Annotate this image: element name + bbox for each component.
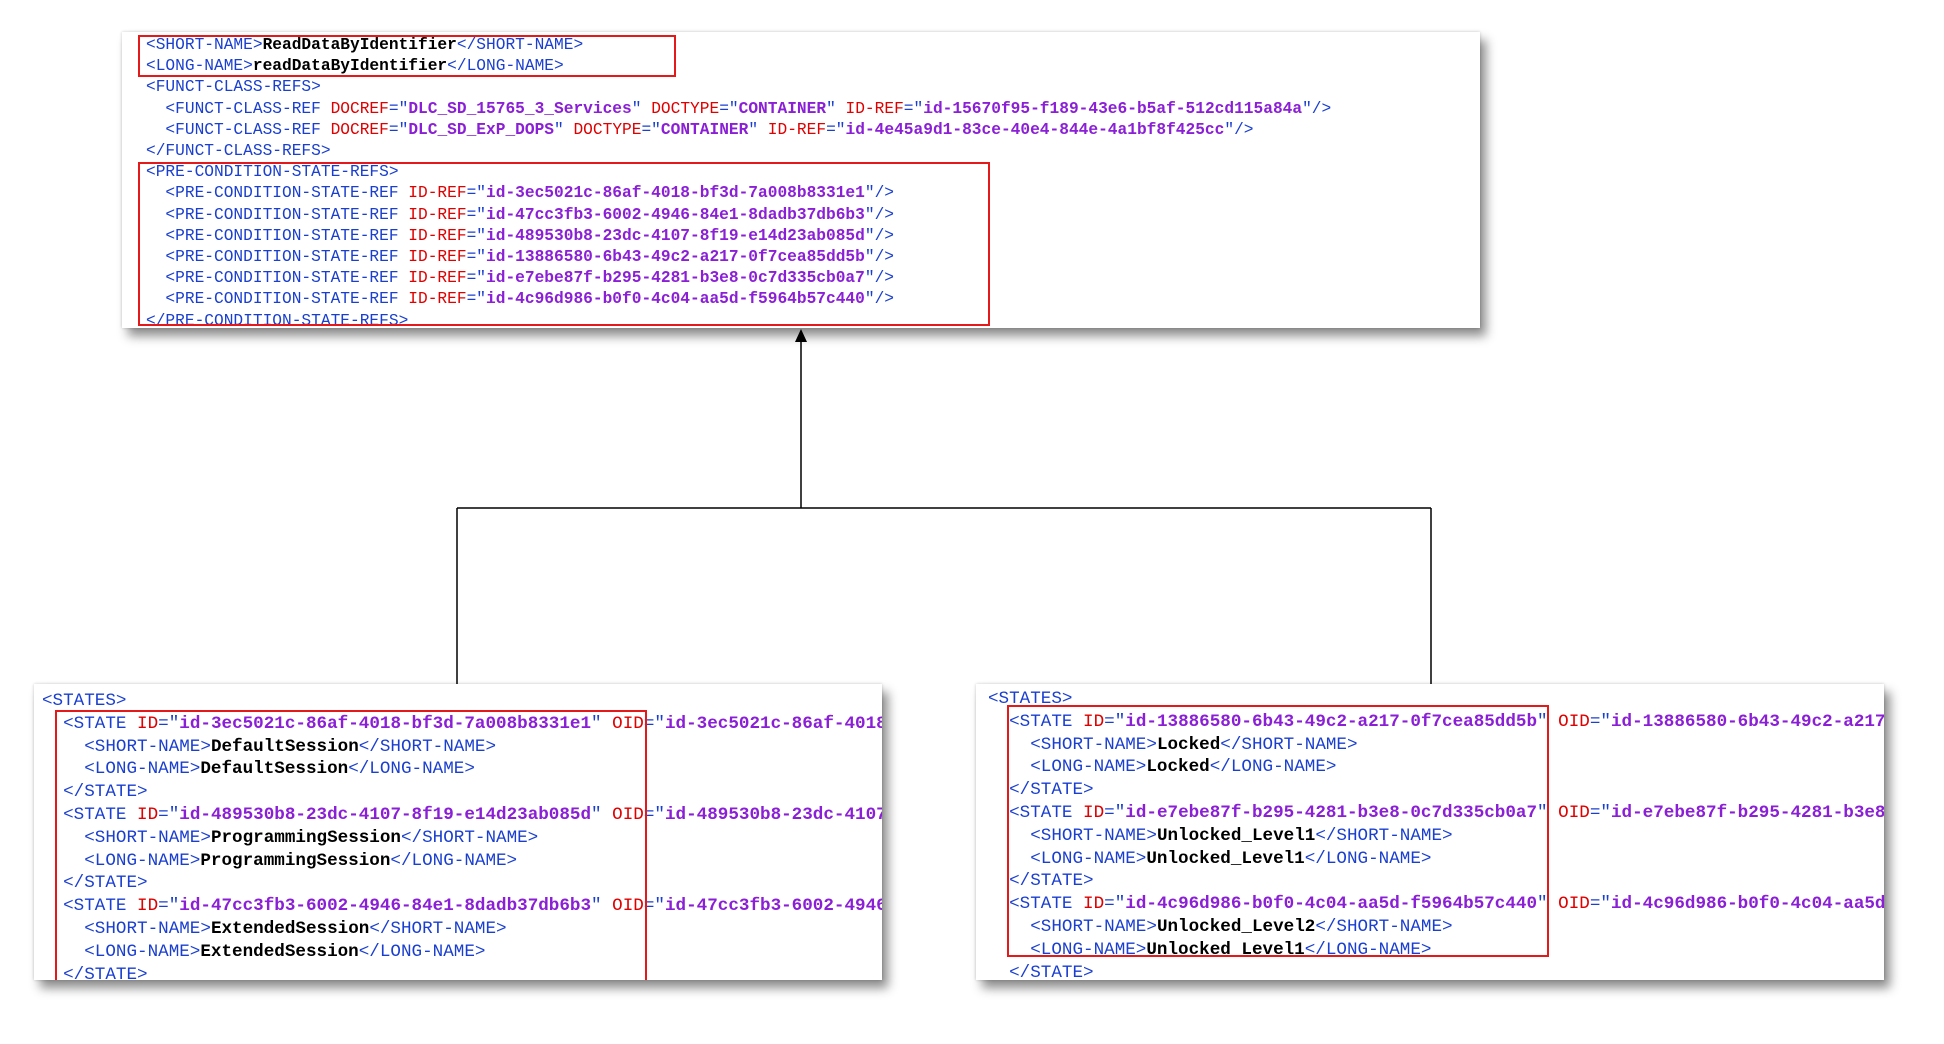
xml-tag-text: ="	[719, 99, 739, 118]
xml-attribute-value: id-4e45a9d1-83ce-40e4-844e-4a1bf8f425cc	[845, 120, 1225, 139]
xml-attribute-name: DOCTYPE	[651, 99, 720, 118]
xml-tag-text: ="	[388, 99, 409, 118]
xml-attribute-value: id-489530b8-23dc-4107-8f19-e14d23ab085d	[664, 804, 882, 825]
session-states-xml-panel: <STATES> <STATE ID="id-3ec5021c-86af-401…	[34, 684, 882, 980]
xml-attribute-name: ID-REF	[767, 120, 827, 139]
xml-tag-text: <FUNCT-CLASS-REFS>	[146, 78, 321, 97]
xml-attribute-value: DLC_SD_ExP_DOPS	[408, 120, 555, 139]
arrow-head-up-icon	[795, 329, 807, 342]
xml-tag-text: ="	[1589, 894, 1611, 915]
xml-attribute-name: OID	[1558, 711, 1590, 732]
xml-tag-text: ="	[643, 896, 665, 917]
code-line: <FUNCT-CLASS-REFS>	[146, 77, 1331, 98]
security-states-highlight	[1007, 705, 1549, 957]
code-line: </STATE>	[988, 962, 1884, 980]
xml-tag-text: </STATE>	[988, 962, 1094, 980]
xml-tag-text: "	[631, 99, 652, 118]
xml-attribute-value: CONTAINER	[738, 99, 827, 118]
precondition-refs-highlight	[138, 162, 990, 326]
xml-tag-text: <FUNCT-CLASS-REF	[146, 120, 331, 139]
xml-tag-text: ="	[826, 120, 846, 139]
xml-attribute-name: DOCTYPE	[573, 120, 642, 139]
xml-attribute-value: id-e7ebe87f-b295-4281-b3e8-0c7d335cb0a7	[1610, 802, 1884, 823]
xml-tag-text: "/>	[1302, 99, 1332, 118]
xml-tag-text: ="	[641, 120, 661, 139]
xml-attribute-value: id-13886580-6b43-49c2-a217-0f7cea85dd5b	[1610, 711, 1884, 732]
xml-attribute-name: DOCREF	[330, 99, 389, 118]
xml-tag-text: ="	[1589, 802, 1611, 823]
xml-tag-text: "/>	[1224, 120, 1254, 139]
code-line: </FUNCT-CLASS-REFS>	[146, 141, 1331, 162]
session-states-highlight	[55, 710, 647, 980]
xml-tag-text: "	[748, 120, 768, 139]
xml-attribute-value: id-15670f95-f189-43e6-b5af-512cd115a84a	[923, 99, 1303, 118]
xml-tag-text: "	[826, 99, 846, 118]
xml-tag-text: ="	[903, 99, 924, 118]
xml-attribute-name: DOCREF	[330, 120, 389, 139]
service-xml-panel: <SHORT-NAME>ReadDataByIdentifier</SHORT-…	[122, 32, 1480, 328]
xml-attribute-value: id-4c96d986-b0f0-4c04-aa5d-f5964b57c440	[1610, 894, 1884, 915]
xml-tag-text: ="	[388, 120, 409, 139]
xml-tag-text: <STATES>	[42, 691, 127, 711]
code-line: <FUNCT-CLASS-REF DOCREF="DLC_SD_15765_3_…	[146, 99, 1331, 120]
service-name-highlight	[138, 35, 676, 77]
xml-tag-text: <FUNCT-CLASS-REF	[146, 99, 331, 118]
xml-attribute-name: OID	[1558, 802, 1590, 823]
code-line: <FUNCT-CLASS-REF DOCREF="DLC_SD_ExP_DOPS…	[146, 120, 1331, 141]
xml-attribute-value: DLC_SD_15765_3_Services	[408, 99, 632, 118]
xml-tag-text: </FUNCT-CLASS-REFS>	[146, 142, 331, 161]
xml-attribute-name: OID	[1558, 894, 1590, 915]
security-states-xml-panel: <STATES> <STATE ID="id-13886580-6b43-49c…	[976, 684, 1884, 980]
xml-tag-text: ="	[643, 804, 665, 825]
xml-attribute-value: id-3ec5021c-86af-4018-bf3d-7a008b8331e1	[664, 713, 882, 734]
xml-attribute-value: id-47cc3fb3-6002-4946-84e1-8dadb37db6b3	[664, 896, 882, 917]
xml-tag-text: ="	[643, 713, 665, 734]
xml-attribute-name: ID-REF	[845, 99, 904, 118]
xml-tag-text: ="	[1589, 711, 1611, 732]
xml-tag-text: "	[554, 120, 574, 139]
xml-attribute-value: CONTAINER	[660, 120, 749, 139]
